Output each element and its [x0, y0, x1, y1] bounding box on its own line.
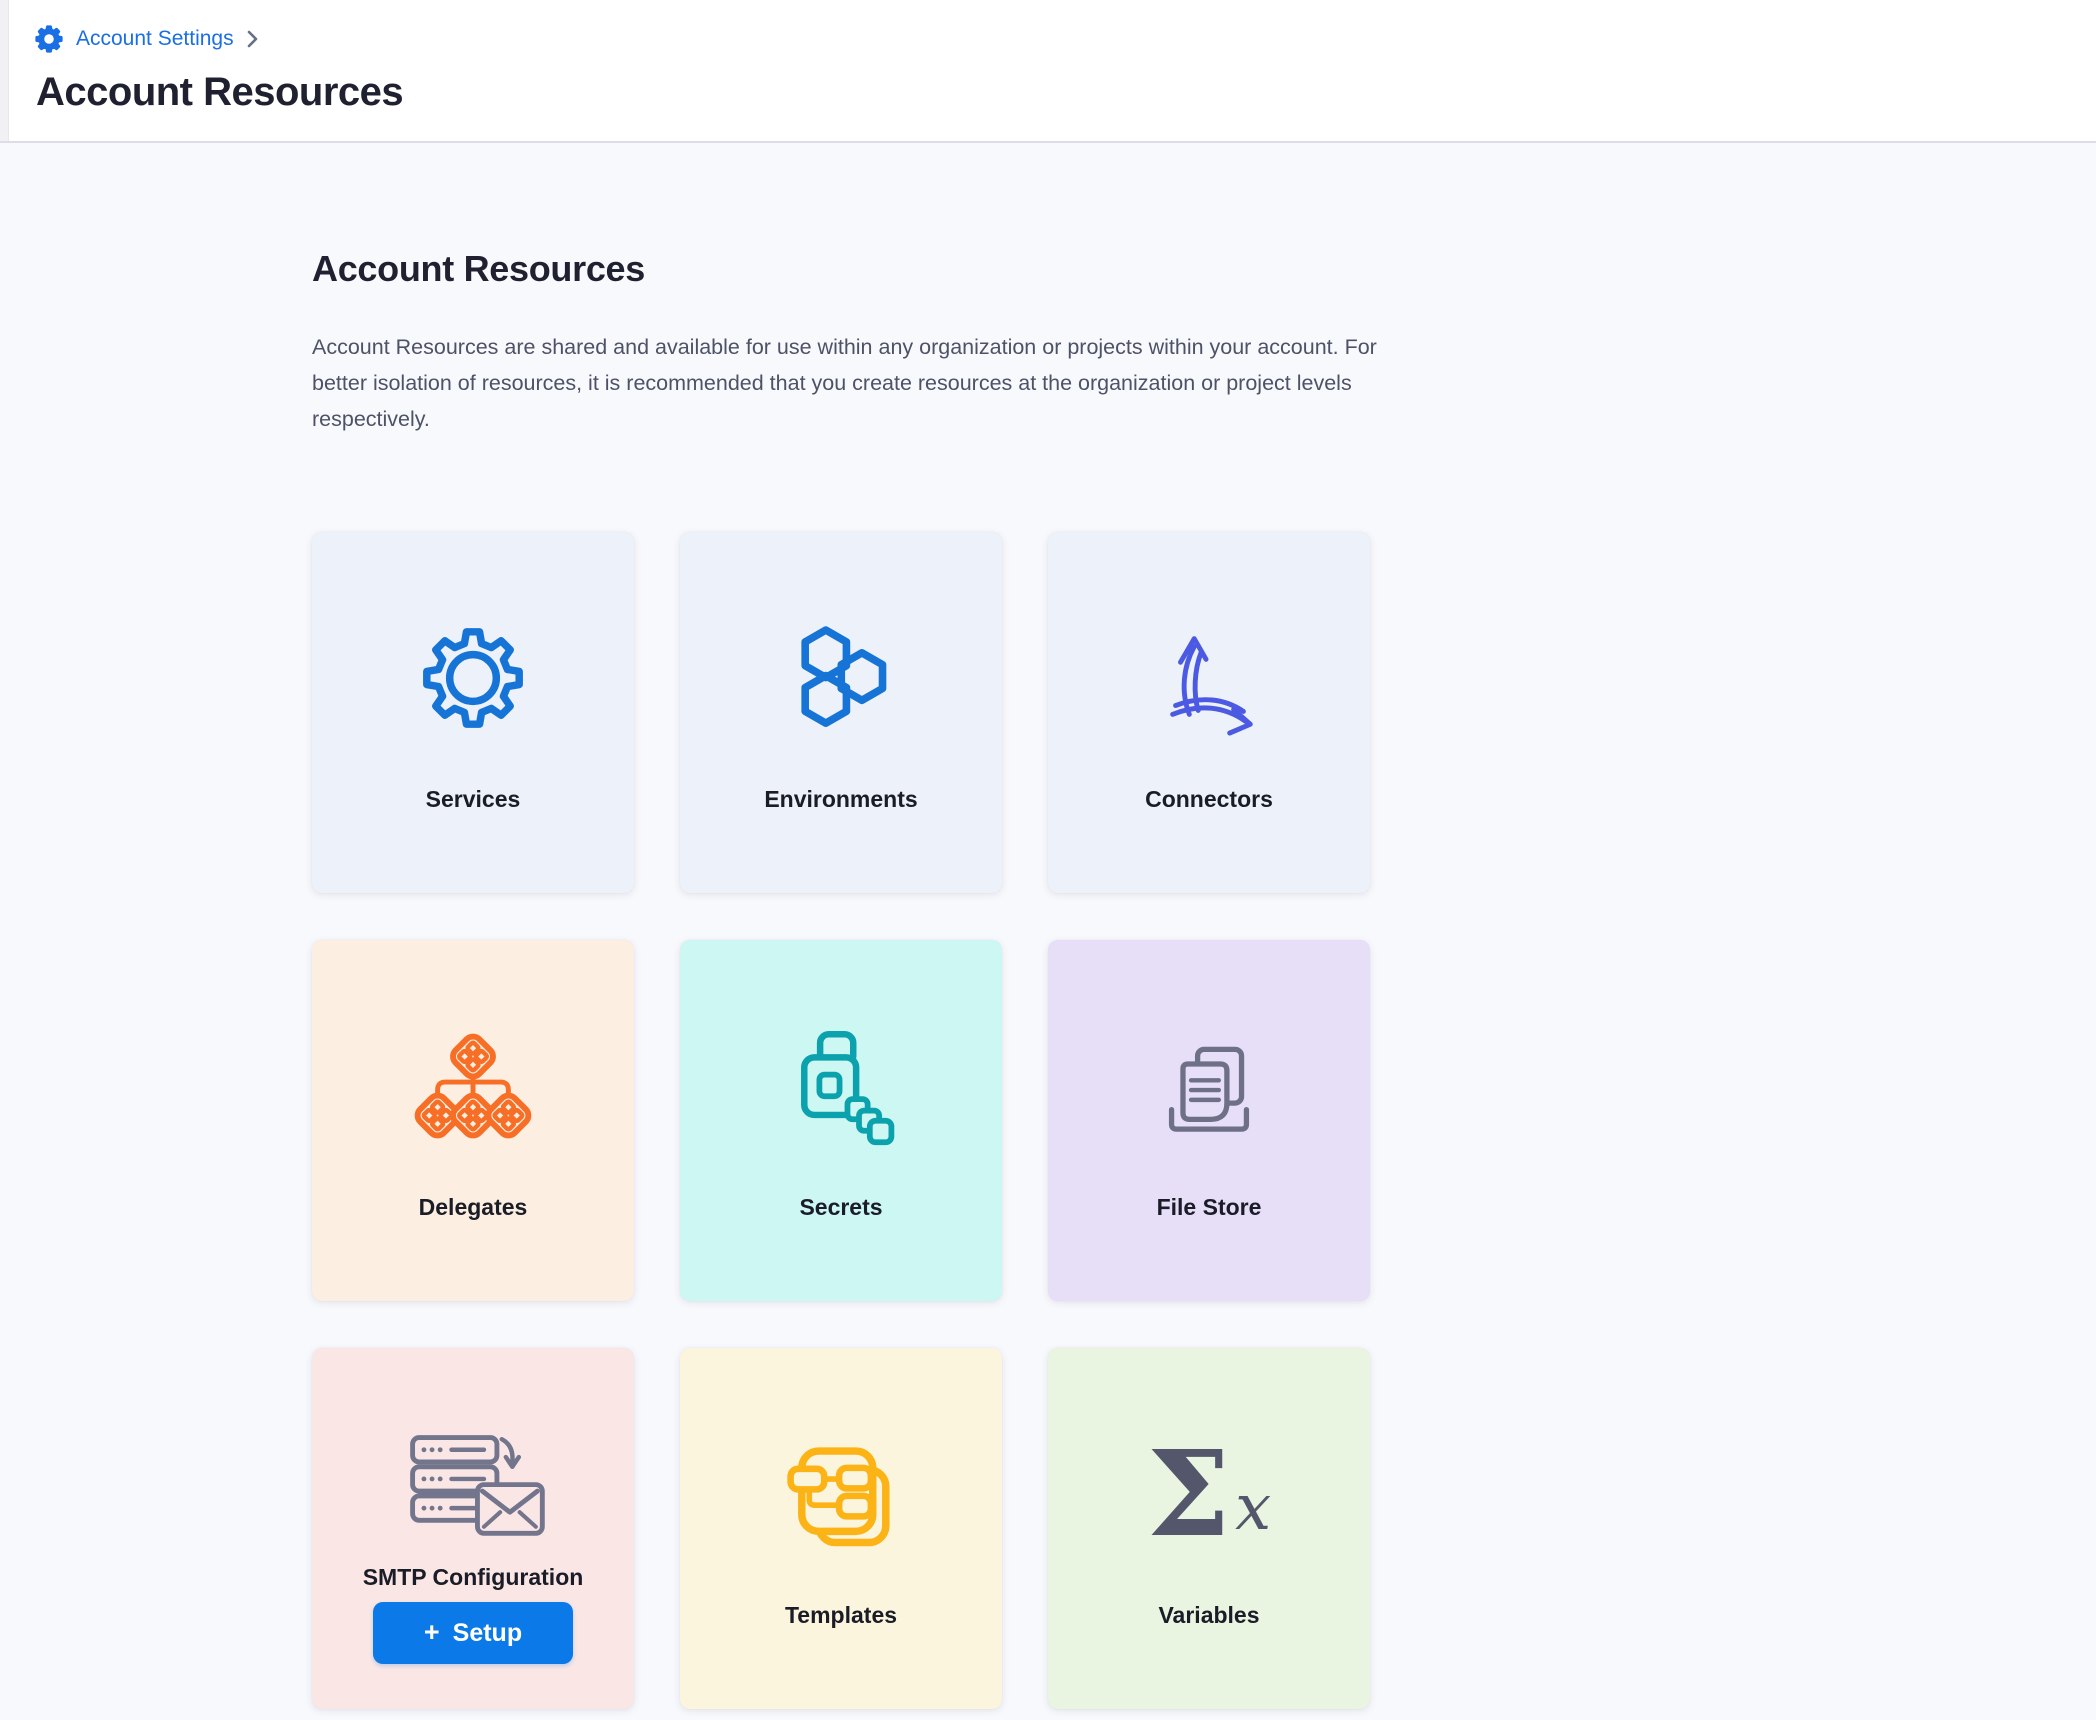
card-label: File Store: [1157, 1192, 1262, 1222]
smtp-setup-button[interactable]: + Setup: [373, 1602, 573, 1664]
card-delegates[interactable]: Delegates: [312, 940, 634, 1301]
content: Account Resources Account Resources are …: [0, 143, 2096, 1709]
delegates-tree-icon: [414, 980, 532, 1192]
page-title: Account Resources: [36, 70, 403, 115]
page-header: Account Settings Account Resources: [0, 0, 2096, 143]
card-label: Templates: [785, 1600, 897, 1630]
card-services[interactable]: Services: [312, 532, 634, 893]
mail-server-icon: [398, 1404, 548, 1562]
hexagons-icon: [784, 572, 898, 784]
card-file-store[interactable]: File Store: [1048, 940, 1370, 1301]
breadcrumb-account-settings-link[interactable]: Account Settings: [34, 24, 234, 54]
sigma-glyph: Σ: [1147, 1435, 1230, 1553]
plus-icon: +: [424, 1619, 440, 1646]
gear-icon: [34, 24, 64, 54]
card-label: SMTP Configuration: [363, 1562, 584, 1592]
card-label: Connectors: [1145, 784, 1273, 814]
setup-button-label: Setup: [453, 1619, 522, 1648]
card-variables[interactable]: Σ x Variables: [1048, 1348, 1370, 1709]
card-templates[interactable]: Templates: [680, 1348, 1002, 1709]
section-heading: Account Resources: [312, 143, 2096, 291]
card-label: Delegates: [419, 1192, 528, 1222]
documents-tray-icon: [1152, 980, 1266, 1192]
collapsed-nav-edge: [0, 0, 9, 141]
section-description: Account Resources are shared and availab…: [312, 329, 1402, 437]
card-label: Environments: [764, 784, 917, 814]
sigma-x-glyph: Σ x: [1147, 1388, 1272, 1600]
card-label: Secrets: [799, 1192, 882, 1222]
resource-card-grid: Services Environments: [312, 532, 2096, 1709]
lock-chain-icon: [787, 980, 895, 1192]
card-environments[interactable]: Environments: [680, 532, 1002, 893]
card-secrets[interactable]: Secrets: [680, 940, 1002, 1301]
card-connectors[interactable]: Connectors: [1048, 532, 1370, 893]
branch-arrows-icon: [1150, 572, 1268, 784]
card-smtp-configuration[interactable]: SMTP Configuration + Setup: [312, 1348, 634, 1709]
gear-icon: [417, 572, 529, 784]
x-glyph: x: [1235, 1476, 1271, 1540]
breadcrumb-label: Account Settings: [76, 27, 234, 51]
chevron-right-icon: [246, 29, 259, 49]
card-label: Variables: [1158, 1600, 1259, 1630]
templates-icon: [785, 1388, 897, 1600]
breadcrumb: Account Settings: [34, 23, 259, 55]
card-label: Services: [426, 784, 521, 814]
